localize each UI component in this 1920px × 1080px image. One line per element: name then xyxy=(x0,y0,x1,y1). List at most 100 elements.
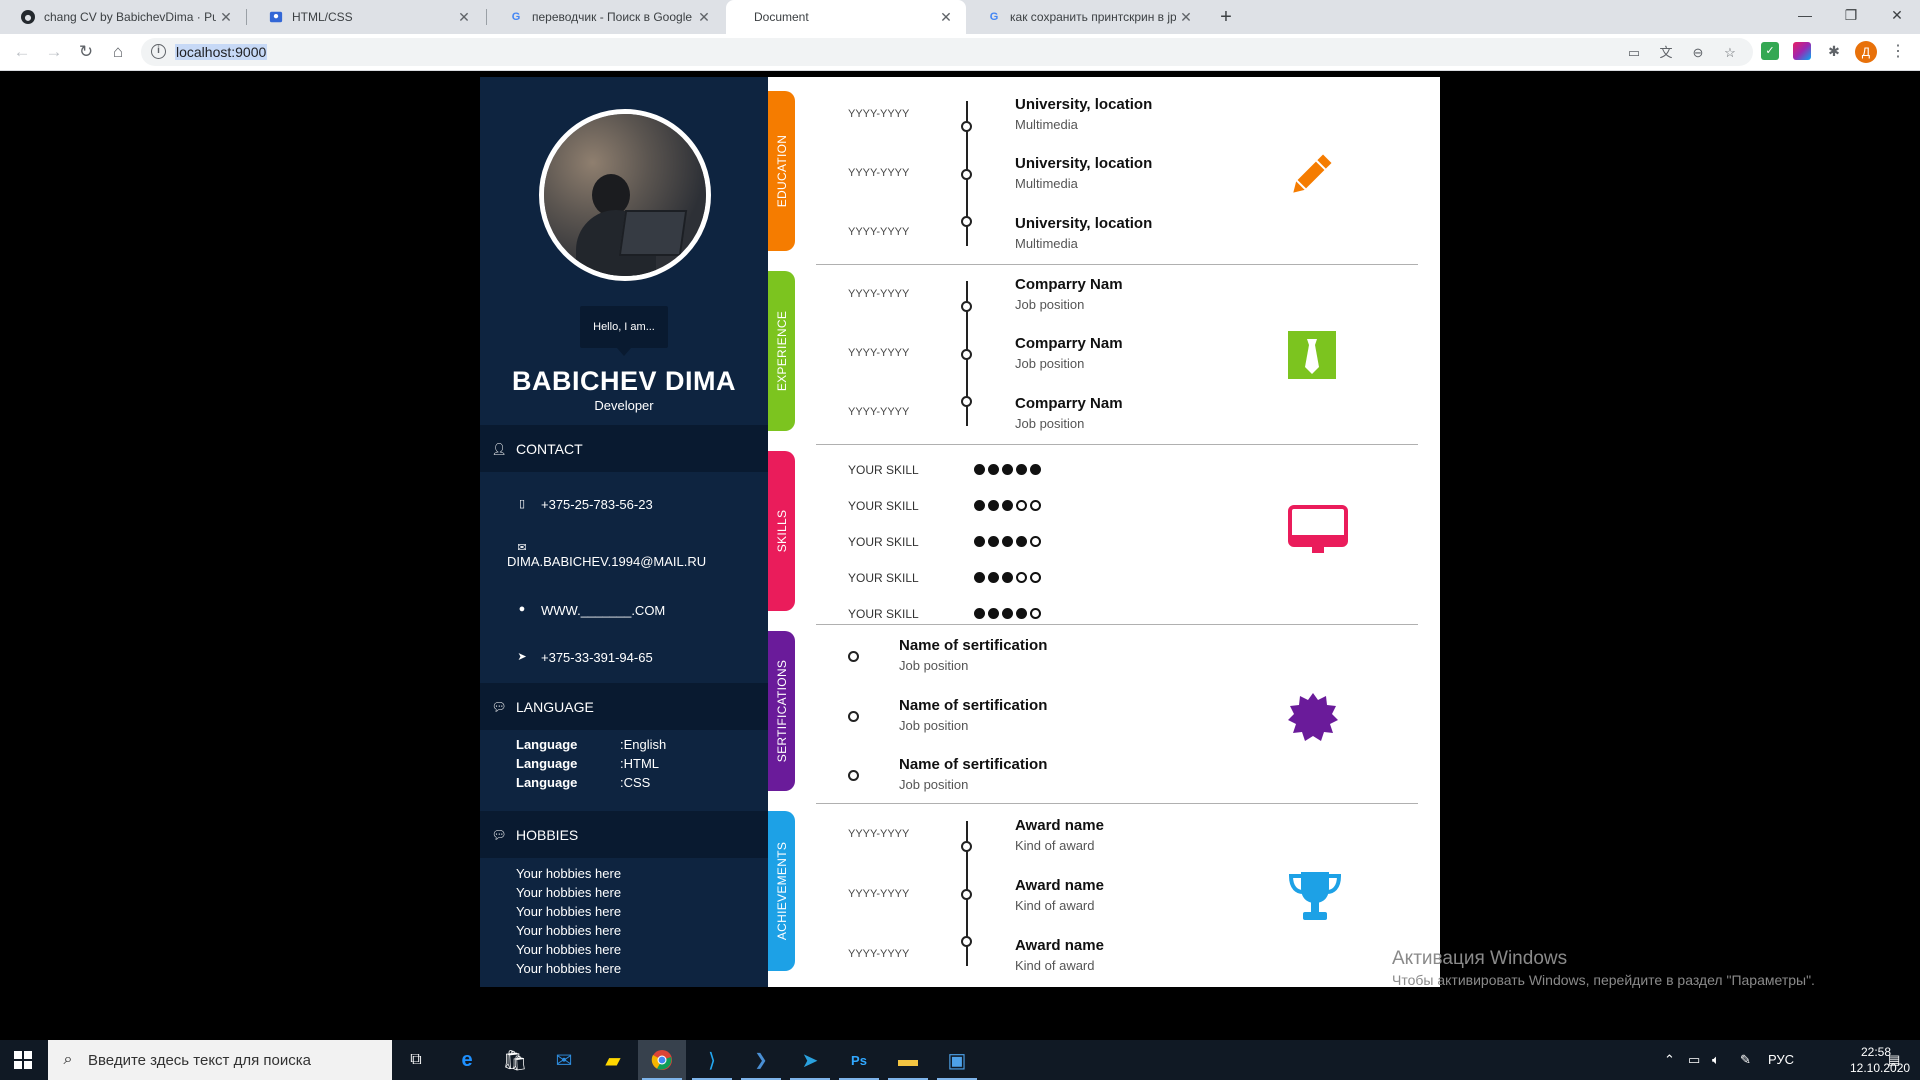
file-explorer-icon[interactable]: ▬ xyxy=(884,1040,932,1080)
sertification-title: Name of sertification xyxy=(899,637,1048,654)
close-icon[interactable]: ✕ xyxy=(454,9,474,26)
start-button[interactable] xyxy=(0,1040,46,1080)
powershell-icon[interactable]: ❯ xyxy=(737,1040,785,1080)
greeting-bubble: Hello, I am... xyxy=(580,306,668,356)
ribbon-education: EDUCATION xyxy=(768,91,795,251)
language-heading: 💬︎ LANGUAGE xyxy=(480,683,768,730)
timeline-dot xyxy=(961,169,972,180)
timeline-dot xyxy=(961,301,972,312)
menu-kebab-icon[interactable]: ⋮ xyxy=(1890,41,1906,61)
address-bar[interactable]: i localhost:9000 ▭ 文 ⊖ ☆ xyxy=(141,38,1753,66)
skill-dot-empty xyxy=(1030,536,1041,547)
cast-icon[interactable]: ▭ xyxy=(1625,44,1643,62)
monitor-icon xyxy=(1288,505,1348,553)
language-row: Language :CSS xyxy=(516,775,650,790)
badge-seal-icon xyxy=(1288,693,1338,741)
ribbon-skills: SKILLS xyxy=(768,451,795,611)
vscode-icon[interactable]: ⟩ xyxy=(688,1040,736,1080)
minimize-button[interactable]: — xyxy=(1782,0,1828,30)
photoshop-icon[interactable]: Ps xyxy=(835,1040,883,1080)
website-text[interactable]: WWW._______.COM xyxy=(541,603,665,618)
home-icon[interactable]: ⌂ xyxy=(106,40,130,64)
award-date: YYYY-YYYY xyxy=(848,888,910,900)
close-icon[interactable]: ✕ xyxy=(1176,9,1196,26)
tab-google-translate[interactable]: G переводчик - Поиск в Google ✕ xyxy=(488,0,724,34)
edge-icon[interactable]: e xyxy=(443,1040,491,1080)
back-icon[interactable]: ← xyxy=(10,40,34,64)
google-icon: G xyxy=(511,11,521,23)
url-text[interactable]: localhost:9000 xyxy=(175,44,268,60)
reload-icon[interactable]: ↻ xyxy=(74,40,98,64)
translate-icon[interactable]: 文 xyxy=(1657,44,1675,62)
restore-button[interactable]: ❐ xyxy=(1828,0,1874,30)
language-value: :CSS xyxy=(620,775,651,790)
input-language[interactable]: РУС xyxy=(1768,1040,1794,1080)
ribbon-label: ACHIEVEMENTS xyxy=(774,841,789,941)
taskbar-search[interactable]: ⌕ Введите здесь текст для поиска xyxy=(48,1040,392,1080)
timeline-dot xyxy=(961,216,972,227)
close-icon[interactable]: ✕ xyxy=(694,9,714,26)
tab-github[interactable]: chang CV by BabichevDima · Pul ✕ xyxy=(0,0,246,34)
skill-dot-filled xyxy=(988,572,999,583)
tab-htmlcss[interactable]: HTML/CSS ✕ xyxy=(248,0,484,34)
close-icon[interactable]: ✕ xyxy=(936,9,956,26)
mail-icon[interactable]: ✉ xyxy=(540,1040,588,1080)
close-icon[interactable]: ✕ xyxy=(216,9,236,26)
contact-telegram: ➤ +375-33-391-94-65 xyxy=(515,650,652,665)
activation-watermark-title: Активация Windows xyxy=(1392,948,1568,969)
color-extension-icon[interactable] xyxy=(1793,42,1811,60)
award-sub: Kind of award xyxy=(1015,898,1095,913)
skill-dot-empty xyxy=(1016,572,1027,583)
skill-dot-filled xyxy=(988,608,999,619)
section-divider xyxy=(816,624,1418,625)
chrome-icon[interactable] xyxy=(638,1040,686,1080)
exp-date: YYYY-YYYY xyxy=(848,288,910,300)
skill-label: YOUR SKILL xyxy=(848,535,919,549)
timeline-dot xyxy=(961,121,972,132)
telegram-icon[interactable]: ➤ xyxy=(786,1040,834,1080)
tab-document[interactable]: Document ✕ xyxy=(726,0,966,34)
skill-label: YOUR SKILL xyxy=(848,499,919,513)
network-icon[interactable]: ▭ xyxy=(1688,1040,1700,1080)
section-divider xyxy=(816,264,1418,265)
windows-taskbar: ⌕ Введите здесь текст для поиска ⧉ e 🛍︎ … xyxy=(0,1040,1920,1080)
user-icon: 👤︎ xyxy=(491,441,507,456)
globe-icon: ● xyxy=(518,603,526,615)
language-row: Language :HTML xyxy=(516,756,659,771)
tray-chevron-icon[interactable]: ⌃ xyxy=(1664,1040,1675,1080)
photos-icon[interactable]: ▣ xyxy=(933,1040,981,1080)
new-tab-button[interactable]: + xyxy=(1212,4,1240,30)
sticky-notes-icon[interactable]: ▰ xyxy=(589,1040,637,1080)
timeline-dot xyxy=(961,841,972,852)
tab-google-search[interactable]: G как сохранить принтскрин в jpg ✕ xyxy=(966,0,1206,34)
award-date: YYYY-YYYY xyxy=(848,948,910,960)
pencil-icon xyxy=(1293,154,1332,193)
sertification-sub: Job position xyxy=(899,718,969,733)
trophy-icon xyxy=(1288,872,1342,920)
chat-bubbles-icon: 💬︎ xyxy=(491,827,507,842)
skill-dot-filled xyxy=(1016,464,1027,475)
extensions-puzzle-icon[interactable]: ✱ xyxy=(1825,42,1843,60)
close-window-button[interactable]: ✕ xyxy=(1874,0,1920,30)
tab-divider xyxy=(486,9,487,25)
email-text[interactable]: DIMA.BABICHEV.1994@MAIL.RU xyxy=(507,554,706,569)
bookmark-star-icon[interactable]: ☆ xyxy=(1721,44,1739,62)
zoom-icon[interactable]: ⊖ xyxy=(1689,44,1707,62)
store-icon[interactable]: 🛍︎ xyxy=(491,1040,539,1080)
notifications-icon[interactable]: ▤ xyxy=(1888,1040,1900,1080)
ribbon-achievements: ACHIEVEMENTS xyxy=(768,811,795,971)
skill-dot-filled xyxy=(974,572,985,583)
pen-icon[interactable]: ✎ xyxy=(1740,1040,1751,1080)
profile-avatar[interactable]: Д xyxy=(1855,41,1877,63)
language-heading-label: LANGUAGE xyxy=(516,698,594,715)
shield-extension-icon[interactable]: ✓ xyxy=(1761,42,1779,60)
cv-sidebar: Hello, I am... BABICHEV DIMA Developer 👤… xyxy=(480,77,768,987)
task-view-icon[interactable]: ⧉ xyxy=(392,1040,440,1080)
skill-rating xyxy=(974,500,1041,511)
tab-divider xyxy=(246,9,247,25)
hobby-item: Your hobbies here xyxy=(516,961,622,976)
info-icon[interactable]: i xyxy=(151,44,166,59)
timeline-dot xyxy=(961,349,972,360)
volume-icon[interactable]: 🔈︎ xyxy=(1712,1040,1720,1080)
forward-icon[interactable]: → xyxy=(42,40,66,64)
